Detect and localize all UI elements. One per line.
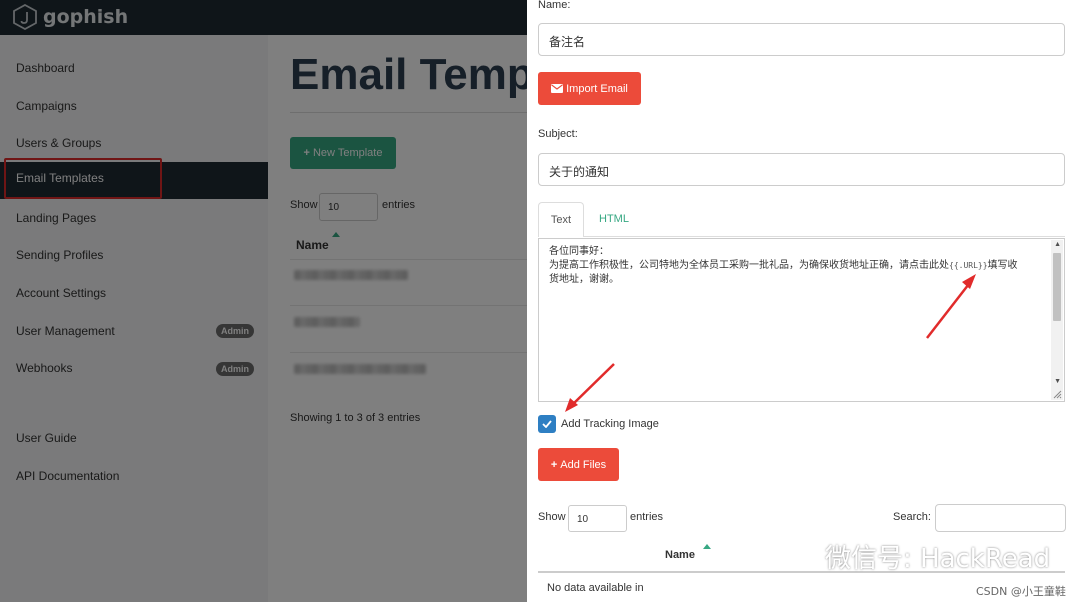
template-modal: Name: 备注名 Import Email Subject: 关于的通知 Te… [527, 0, 1080, 602]
csdn-watermark: CSDN @小王童鞋 [976, 585, 1066, 598]
subject-input[interactable]: 关于的通知 [538, 153, 1065, 186]
entries-label: entries [630, 511, 664, 523]
body-line: 填写收 [987, 260, 1018, 271]
import-email-label: Import Email [566, 82, 628, 95]
email-body-text: 各位同事好： 为提高工作积极性，公司特地为全体员工采购一批礼品，为确保收货地址正… [549, 245, 1039, 287]
wechat-logo-icon [781, 539, 817, 566]
modal-backdrop[interactable] [0, 0, 527, 602]
editor-scroll-thumb[interactable] [1053, 253, 1061, 321]
import-email-button[interactable]: Import Email [538, 72, 641, 105]
resize-handle-icon[interactable] [1053, 390, 1062, 399]
attachments-search-input[interactable] [935, 504, 1066, 532]
add-files-label: Add Files [560, 458, 607, 471]
search-label: Search: [893, 511, 931, 523]
scroll-down-arrow-icon[interactable]: ▼ [1054, 378, 1061, 385]
name-label: Name: [538, 0, 571, 11]
url-placeholder: {{.URL}} [949, 261, 988, 270]
no-data-message: No data available in [547, 582, 644, 594]
tab-text[interactable]: Text [538, 202, 584, 237]
scroll-up-arrow-icon[interactable]: ▲ [1054, 241, 1061, 248]
wechat-watermark: 微信号: HackRead [825, 544, 1051, 574]
tab-divider [584, 236, 1065, 237]
body-line: 为提高工作积极性，公司特地为全体员工采购一批礼品，为确保收货地址正确，请点击此处 [549, 260, 949, 271]
checkmark-icon [542, 420, 552, 428]
tracking-image-checkbox[interactable] [538, 415, 556, 433]
tracking-image-label[interactable]: Add Tracking Image [561, 418, 659, 430]
plus-icon: + [550, 458, 558, 471]
show-label: Show [538, 511, 566, 523]
body-line: 各位同事好： [549, 246, 609, 257]
template-name-input[interactable]: 备注名 [538, 23, 1065, 56]
envelope-icon [551, 84, 564, 93]
attachments-page-length-select[interactable]: 10 [568, 505, 627, 532]
email-text-editor[interactable]: 各位同事好： 为提高工作积极性，公司特地为全体员工采购一批礼品，为确保收货地址正… [538, 238, 1065, 402]
attachments-column-name[interactable]: Name [665, 549, 695, 561]
add-files-button[interactable]: + Add Files [538, 448, 619, 481]
sort-ascending-icon [703, 544, 711, 549]
tab-html[interactable]: HTML [599, 213, 629, 225]
subject-label: Subject: [538, 128, 578, 140]
body-line: 货地址，谢谢。 [549, 274, 619, 285]
